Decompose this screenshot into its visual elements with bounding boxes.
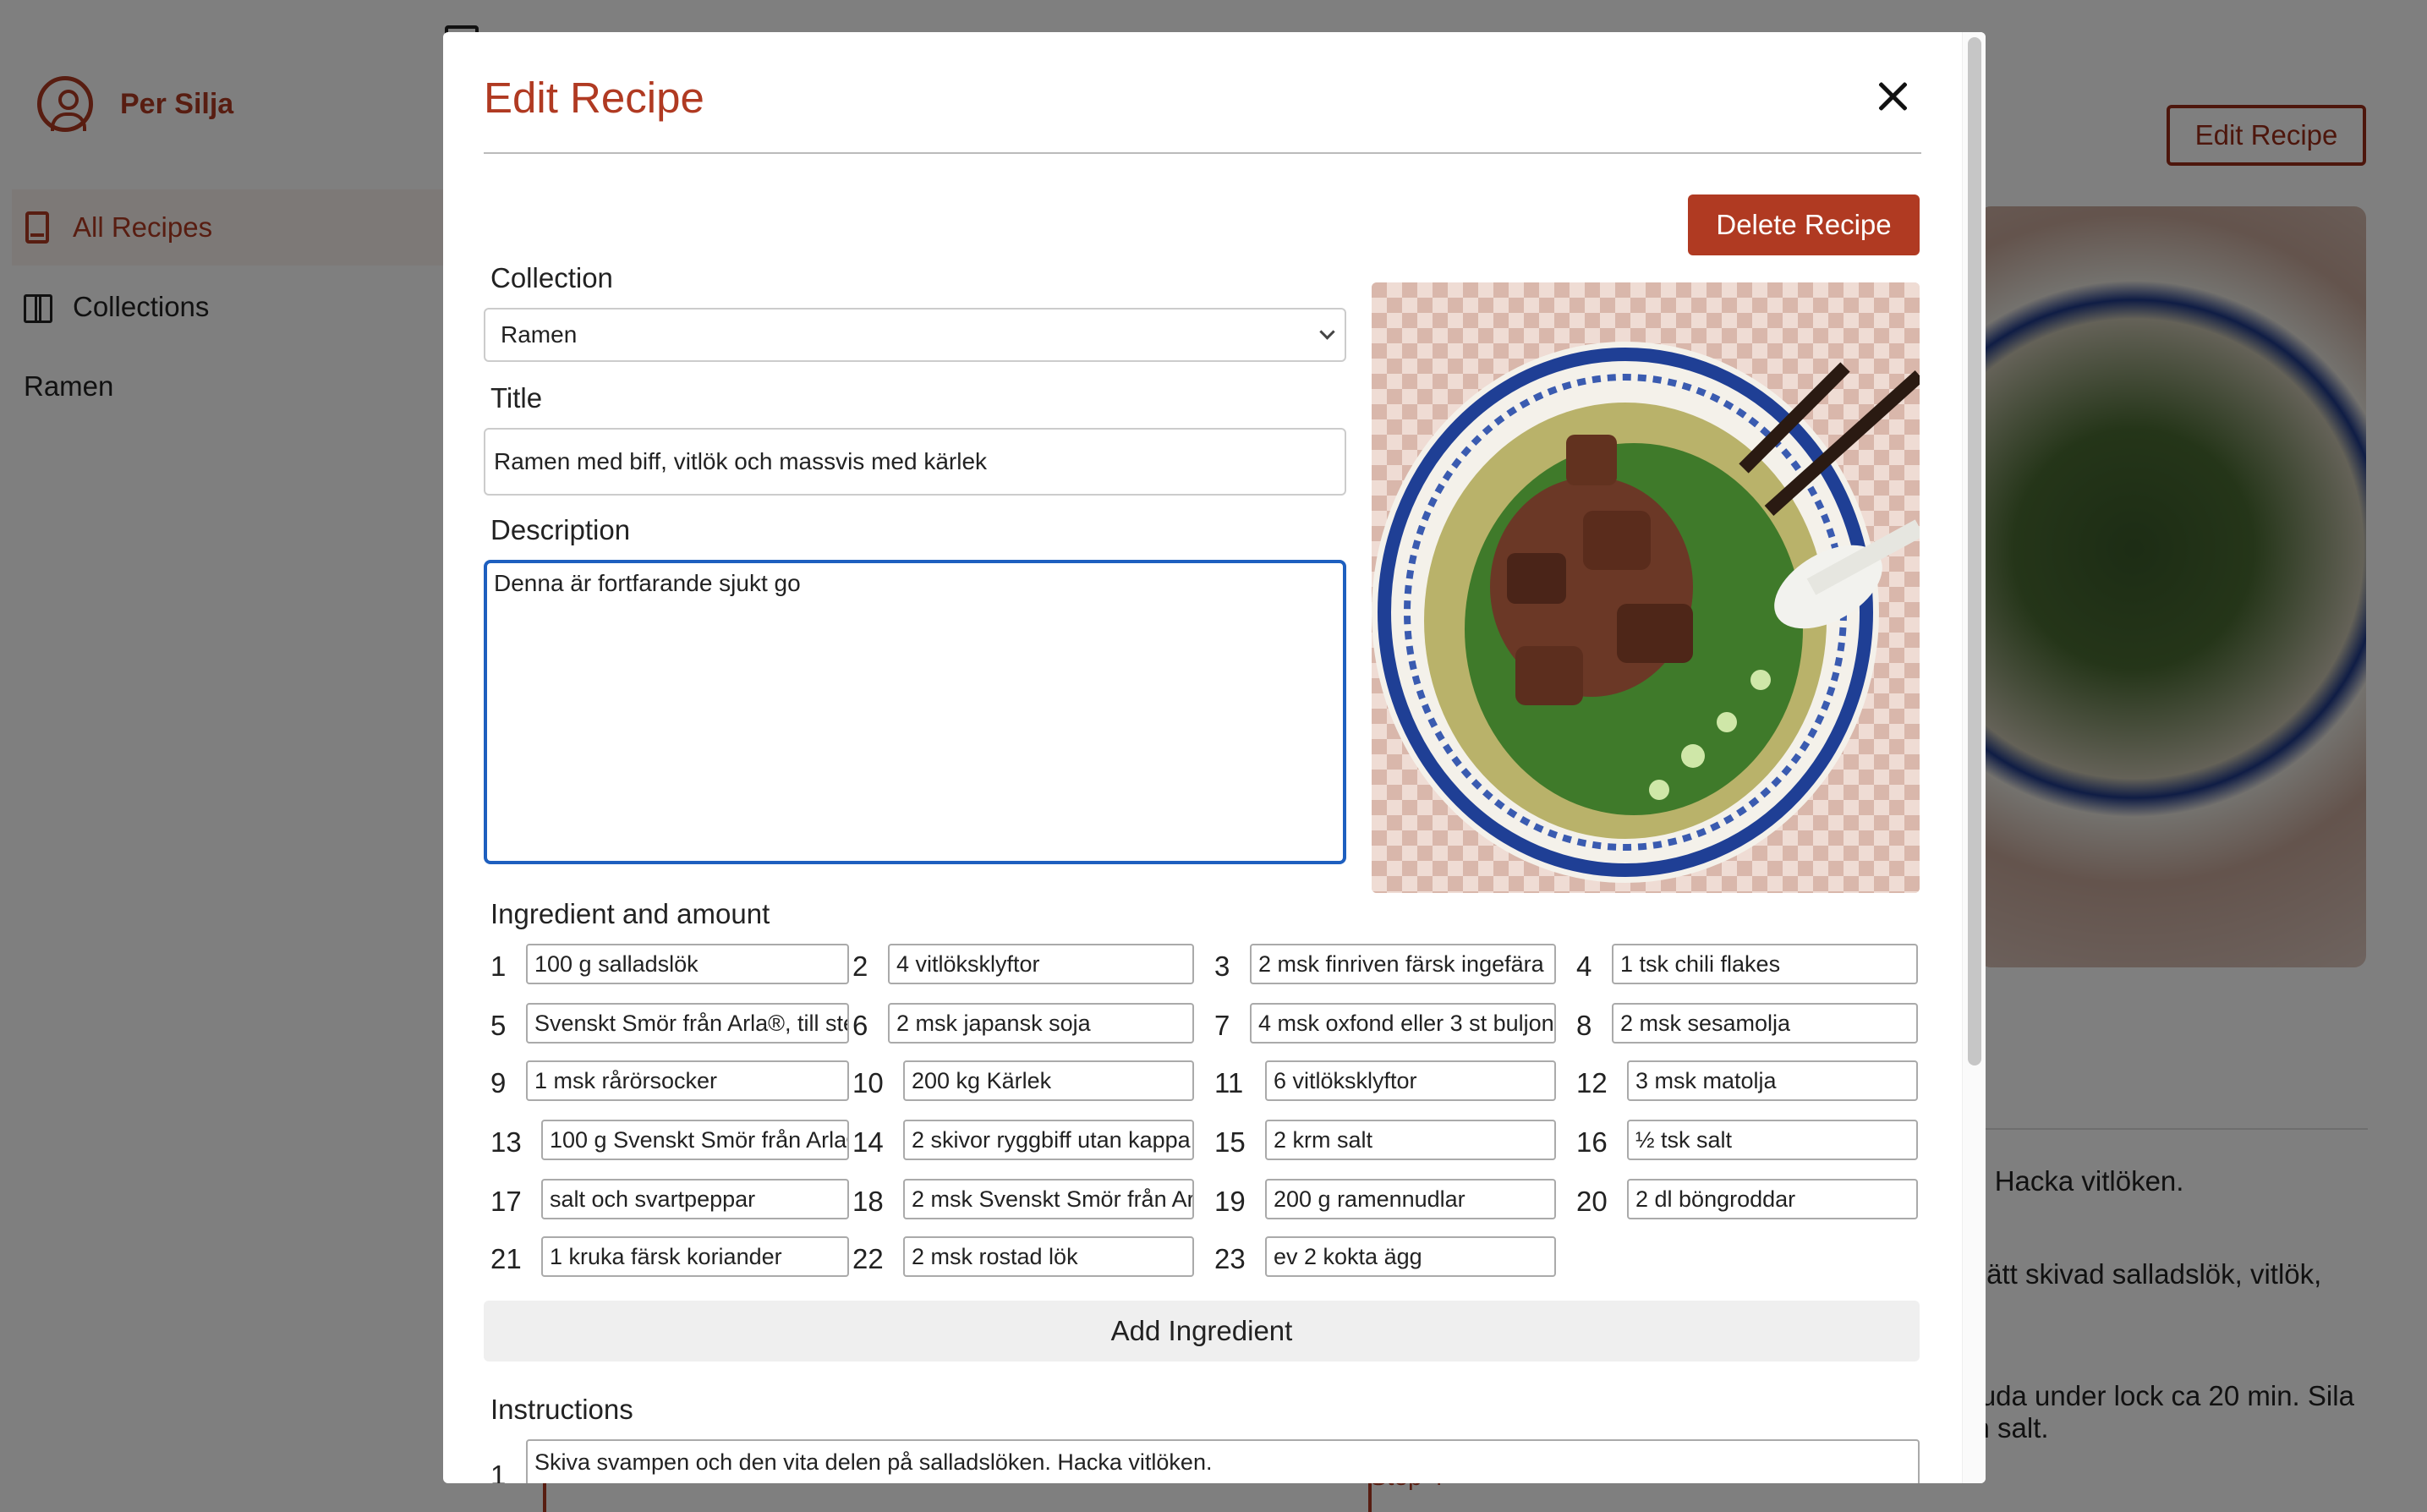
ingredient-number: 16 (1576, 1126, 1608, 1158)
ingredient-number: 3 (1214, 950, 1230, 982)
ingredient-number: 14 (852, 1126, 884, 1158)
ingredient-number: 7 (1214, 1010, 1230, 1041)
description-label: Description (490, 514, 631, 545)
ingredient-number: 8 (1576, 1010, 1592, 1041)
divider (484, 152, 1921, 154)
collection-label: Collection (490, 262, 613, 293)
scrollbar[interactable] (1962, 32, 1986, 1483)
ingredient-input[interactable]: 2 msk finriven färsk ingefära (1250, 944, 1556, 984)
ingredient-number: 23 (1214, 1243, 1246, 1274)
ingredient-number: 2 (852, 950, 868, 982)
ingredients-label: Ingredient and amount (490, 898, 770, 929)
scrollbar-thumb[interactable] (1968, 37, 1981, 1066)
ingredient-number: 4 (1576, 950, 1592, 982)
ingredient-number: 17 (490, 1186, 522, 1217)
ingredient-input[interactable]: 2 skivor ryggbiff utan kappa (903, 1120, 1194, 1160)
ingredient-input[interactable]: ½ tsk salt (1627, 1120, 1918, 1160)
ingredient-input[interactable]: ev 2 kokta ägg (1265, 1236, 1556, 1277)
ingredient-input[interactable]: 2 krm salt (1265, 1120, 1556, 1160)
recipe-photo[interactable] (1372, 282, 1920, 893)
ingredient-input[interactable]: 200 kg Kärlek (903, 1060, 1194, 1101)
description-textarea[interactable]: Denna är fortfarande sjukt go (484, 560, 1346, 864)
ingredient-input[interactable]: 100 g salladslök (526, 944, 849, 984)
ingredient-number: 11 (1214, 1067, 1244, 1098)
ingredient-input[interactable]: 4 vitlöksklyftor (888, 944, 1194, 984)
ingredient-number: 20 (1576, 1186, 1608, 1217)
ingredient-input[interactable]: 1 msk rårörsocker (526, 1060, 849, 1101)
ingredient-input[interactable]: 200 g ramennudlar (1265, 1179, 1556, 1219)
ingredient-input[interactable]: salt och svartpeppar (541, 1179, 849, 1219)
modal-title: Edit Recipe (484, 74, 704, 122)
ingredient-input[interactable]: 2 msk sesamolja (1612, 1003, 1918, 1044)
ingredient-number: 22 (852, 1243, 884, 1274)
ingredient-number: 13 (490, 1126, 522, 1158)
edit-recipe-modal: Edit Recipe Delete Recipe Collection Ram… (443, 32, 1986, 1483)
ingredient-input[interactable]: 1 kruka färsk koriander (541, 1236, 849, 1277)
ingredient-number: 19 (1214, 1186, 1246, 1217)
ingredient-input[interactable]: 2 msk Svenskt Smör från Arla® (903, 1179, 1194, 1219)
ingredient-input[interactable]: 2 msk rostad lök (903, 1236, 1194, 1277)
ingredient-input[interactable]: 4 msk oxfond eller 3 st buljongtärningar (1250, 1003, 1556, 1044)
ingredient-number: 10 (852, 1067, 884, 1098)
ingredient-input[interactable]: Svenskt Smör från Arla®, till stekning (526, 1003, 849, 1044)
instructions-label: Instructions (490, 1394, 633, 1425)
ingredient-input[interactable]: 6 vitlöksklyftor (1265, 1060, 1556, 1101)
instruction-input[interactable]: Skiva svampen och den vita delen på sall… (526, 1439, 1920, 1483)
ingredient-number: 21 (490, 1243, 522, 1274)
close-icon[interactable] (1872, 76, 1915, 118)
ingredient-number: 18 (852, 1186, 884, 1217)
instruction-number: 1 (490, 1460, 507, 1483)
title-label: Title (490, 382, 543, 414)
delete-recipe-button[interactable]: Delete Recipe (1688, 194, 1920, 255)
add-ingredient-button[interactable]: Add Ingredient (484, 1301, 1920, 1361)
ingredient-input[interactable]: 100 g Svenskt Smör från Arla® (541, 1120, 849, 1160)
ingredient-input[interactable]: 2 msk japansk soja (888, 1003, 1194, 1044)
ingredient-input[interactable]: 3 msk matolja (1627, 1060, 1918, 1101)
title-input[interactable]: Ramen med biff, vitlök och massvis med k… (484, 428, 1346, 496)
ingredient-number: 9 (490, 1067, 507, 1098)
ingredient-number: 15 (1214, 1126, 1246, 1158)
ingredient-number: 1 (490, 950, 507, 982)
chevron-down-icon (1319, 324, 1335, 340)
ingredient-number: 5 (490, 1010, 507, 1041)
ingredient-number: 12 (1576, 1067, 1608, 1098)
ingredient-input[interactable]: 2 dl böngroddar (1627, 1179, 1918, 1219)
ingredient-input[interactable]: 1 tsk chili flakes (1612, 944, 1918, 984)
collection-value: Ramen (501, 321, 578, 348)
collection-select[interactable]: Ramen (484, 308, 1346, 362)
ingredient-number: 6 (852, 1010, 868, 1041)
